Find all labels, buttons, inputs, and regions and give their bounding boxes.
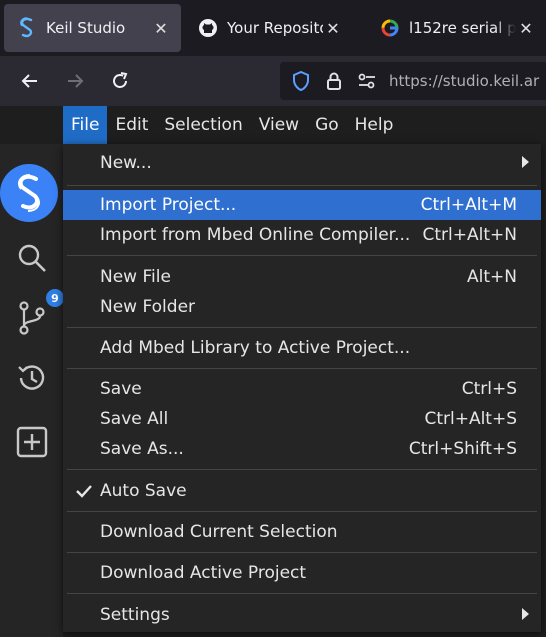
search-button[interactable] [0,236,63,280]
forward-button[interactable] [60,66,90,96]
source-control-icon [18,301,45,335]
file-menu-dropdown: New... Import Project... Ctrl+Alt+M Impo… [63,144,541,632]
google-icon [379,17,401,39]
tab-title: Your Repositories [227,19,323,37]
github-icon [197,17,219,39]
menu-item-new-folder[interactable]: New Folder [63,292,541,322]
menu-selection[interactable]: Selection [156,106,250,144]
arrow-left-icon [21,74,37,88]
browser-toolbar: https://studio.keil.ar [0,56,546,106]
url-text: https://studio.keil.ar [389,72,540,90]
reload-icon [113,72,128,88]
shortcut: Ctrl+Alt+N [422,225,517,245]
history-icon [17,365,44,390]
submenu-arrow-icon [522,608,529,620]
activity-bar: 9 [0,144,64,637]
menu-item-auto-save[interactable]: Auto Save [63,476,541,506]
menu-item-settings[interactable]: Settings [63,600,541,630]
permissions-icon[interactable] [356,70,378,92]
tab-title: Keil Studio [46,19,126,37]
source-control-badge: 9 [46,289,64,307]
submenu-arrow-icon [522,156,529,168]
menu-edit[interactable]: Edit [107,106,156,144]
shortcut: Alt+N [467,267,517,287]
separator [67,185,537,186]
menu-item-download-selection[interactable]: Download Current Selection [63,517,541,547]
separator [67,511,537,512]
menu-item-new-file[interactable]: New File Alt+N [63,262,541,292]
timeline-button[interactable] [0,356,63,400]
close-icon[interactable]: ✕ [516,19,536,38]
menu-item-save[interactable]: Save Ctrl+S [63,374,541,404]
menu-view[interactable]: View [251,106,307,144]
menu-file[interactable]: File [63,106,108,144]
shortcut: Ctrl+Shift+S [408,439,517,459]
menu-item-import-mbed[interactable]: Import from Mbed Online Compiler... Ctrl… [63,220,541,250]
address-bar[interactable]: https://studio.keil.ar [280,62,546,100]
plus-square-icon [16,426,47,458]
menu-item-save-as[interactable]: Save As... Ctrl+Shift+S [63,434,541,464]
shortcut: Ctrl+Alt+S [424,409,517,429]
separator [67,552,537,553]
shortcut: Ctrl+S [461,379,517,399]
menu-item-download-project[interactable]: Download Active Project [63,558,541,588]
separator [67,255,537,256]
menu-help[interactable]: Help [347,106,402,144]
menu-item-import-project[interactable]: Import Project... Ctrl+Alt+M [63,190,541,220]
separator [67,593,537,594]
lock-icon[interactable] [323,70,345,92]
keil-studio-icon [0,164,58,222]
shortcut: Ctrl+Alt+M [420,195,517,215]
menu-go[interactable]: Go [307,106,347,144]
app-menubar: File Edit Selection View Go Help [0,106,546,144]
checkmark-icon [75,482,93,500]
reload-button[interactable] [105,66,135,96]
browser-tab-strip: Keil Studio ✕ Your Repositories ✕ l152re… [0,0,546,56]
separator [67,327,537,328]
tab-title: l152re serial pins [409,19,516,37]
shield-icon[interactable] [290,70,312,92]
keil-studio-icon [16,17,38,39]
separator [67,368,537,369]
close-icon[interactable]: ✕ [323,19,343,38]
menu-item-add-mbed-library[interactable]: Add Mbed Library to Active Project... [63,333,541,363]
tab-your-repositories[interactable]: Your Repositories ✕ [193,4,353,52]
separator [67,469,537,470]
menu-item-save-all[interactable]: Save All Ctrl+Alt+S [63,404,541,434]
close-icon[interactable]: ✕ [151,19,171,38]
add-button[interactable] [0,420,63,464]
menu-item-new[interactable]: New... [63,148,541,178]
tab-google-search[interactable]: l152re serial pins ✕ [375,4,546,52]
back-button[interactable] [15,66,45,96]
keil-studio-logo-button[interactable] [0,162,63,224]
search-icon [18,244,46,272]
arrow-right-icon [68,74,84,88]
tab-keil-studio[interactable]: Keil Studio ✕ [4,4,181,52]
